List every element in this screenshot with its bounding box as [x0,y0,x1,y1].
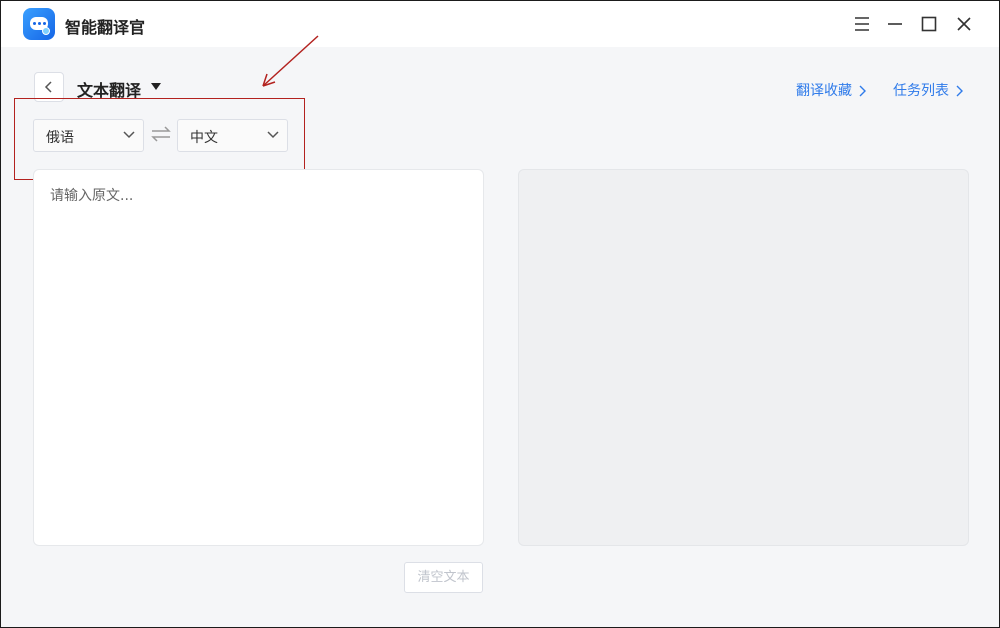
menu-icon[interactable] [851,13,873,35]
task-list-link[interactable]: 任务列表 [893,80,963,100]
close-icon[interactable] [953,13,975,35]
chevron-right-icon [859,85,866,97]
task-list-link-label: 任务列表 [893,83,949,99]
app-logo-icon [23,8,55,40]
app-window: 智能翻译官 文本翻译 翻译收藏 任务列表 俄语 中文 请输入原文... 清空文本 [0,0,1000,628]
chevron-right-icon [956,85,963,97]
app-title: 智能翻译官 [65,18,146,37]
translation-output-panel [518,169,969,546]
favorites-link-label: 翻译收藏 [796,83,852,99]
source-text-input[interactable] [34,170,483,545]
clear-text-button[interactable]: 清空文本 [404,562,483,593]
annotation-arrow-icon [262,35,319,87]
title-bar: 智能翻译官 [1,1,999,47]
caret-down-icon[interactable] [151,83,161,90]
chevron-left-icon [44,81,52,93]
maximize-icon[interactable] [918,13,940,35]
source-text-panel [33,169,484,546]
annotation-highlight-box [14,98,305,180]
favorites-link[interactable]: 翻译收藏 [796,80,866,100]
minimize-icon[interactable] [884,13,906,35]
